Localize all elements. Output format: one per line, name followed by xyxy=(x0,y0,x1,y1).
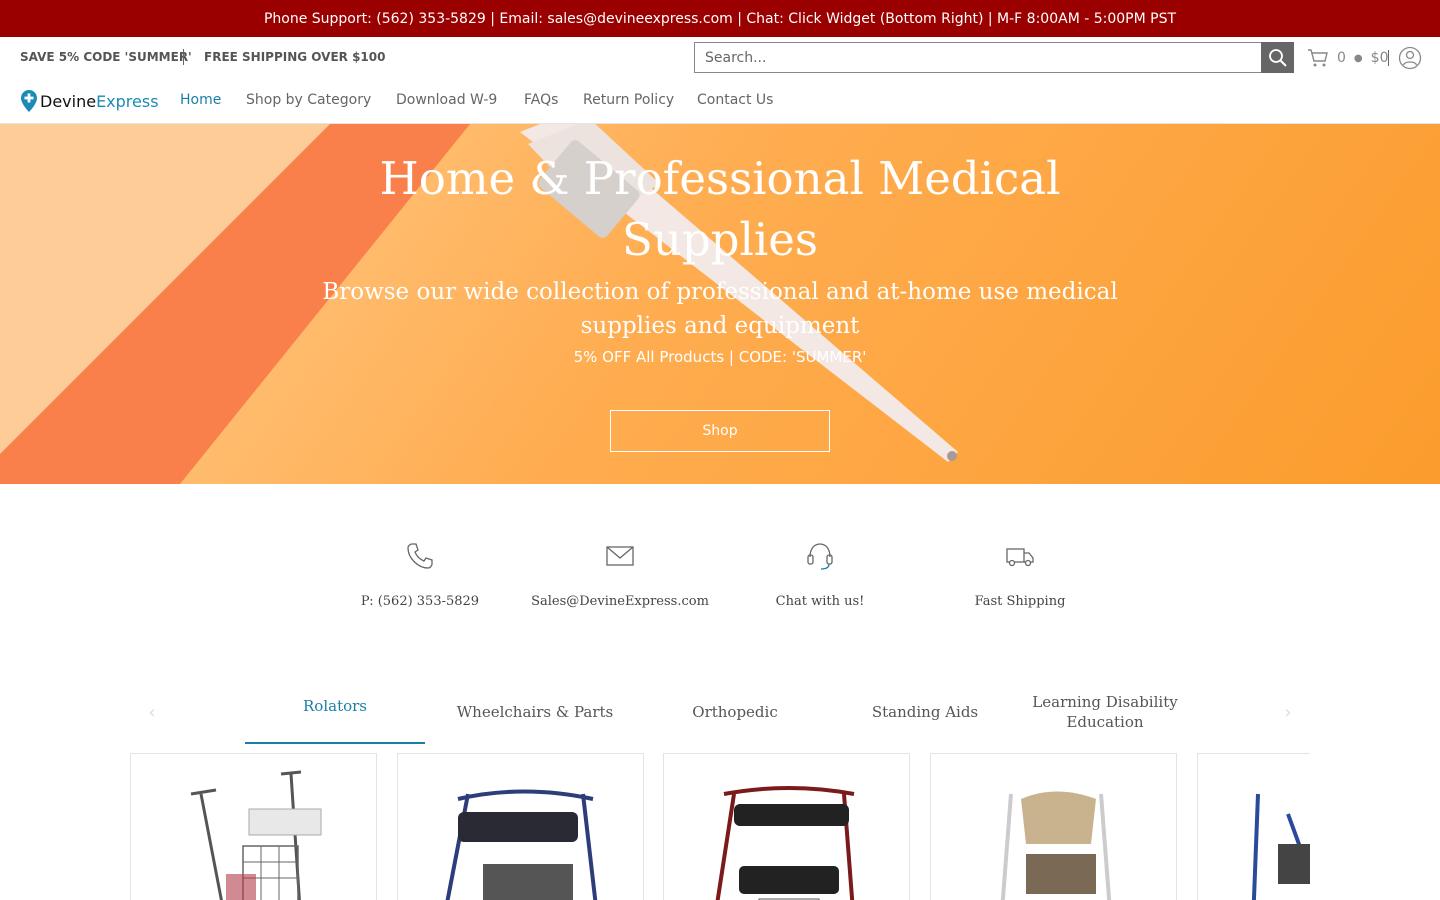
feature-label: Fast Shipping xyxy=(974,594,1066,609)
feature-phone[interactable]: P: (562) 353-5829 xyxy=(320,540,520,609)
truck-icon xyxy=(1006,548,1034,567)
product-image xyxy=(445,789,598,900)
divider xyxy=(1388,50,1389,66)
main-nav: DevineExpress Home Shop by Category Down… xyxy=(0,79,1440,124)
nav-home[interactable]: Home xyxy=(180,92,221,108)
cart-separator-dot: ● xyxy=(1353,52,1363,64)
product-card[interactable] xyxy=(663,753,910,900)
product-image xyxy=(190,770,322,900)
cart-icon xyxy=(1308,49,1328,67)
shop-button[interactable]: Shop xyxy=(610,410,830,452)
search-icon xyxy=(1268,48,1287,67)
product-carousel xyxy=(130,753,1310,900)
phone-icon xyxy=(407,543,433,569)
feature-shipping[interactable]: Fast Shipping xyxy=(920,540,1120,609)
tab-wheelchairs-parts[interactable]: Wheelchairs & Parts xyxy=(440,680,630,744)
divider xyxy=(183,49,184,65)
promo-code-text: SAVE 5% CODE 'SUMMER' xyxy=(20,50,192,64)
utility-bar: SAVE 5% CODE 'SUMMER' FREE SHIPPING OVER… xyxy=(0,37,1440,79)
mail-icon xyxy=(606,546,634,566)
nav-faqs[interactable]: FAQs xyxy=(524,92,558,108)
tabs-next-arrow[interactable]: › xyxy=(1278,702,1298,723)
product-card[interactable] xyxy=(130,753,377,900)
product-card[interactable] xyxy=(930,753,1177,900)
announcement-text: Phone Support: (562) 353-5829 | Email: s… xyxy=(263,10,1177,27)
tabs-prev-arrow[interactable]: ‹ xyxy=(142,702,162,723)
nav-download-w9[interactable]: Download W-9 xyxy=(396,92,497,108)
hero-title: Home & Professional Medical Supplies xyxy=(379,152,1061,266)
tab-rolators[interactable]: Rolators xyxy=(245,680,425,744)
nav-shop-by-category[interactable]: Shop by Category xyxy=(246,92,371,108)
logo[interactable]: DevineExpress xyxy=(20,87,159,115)
product-image xyxy=(715,786,855,900)
nav-return-policy[interactable]: Return Policy xyxy=(583,92,674,108)
account-icon[interactable] xyxy=(1398,46,1422,70)
hero-subtitle: Browse our wide collection of profession… xyxy=(322,279,1118,339)
search-button[interactable] xyxy=(1261,42,1294,73)
tab-orthopedic[interactable]: Orthopedic xyxy=(645,680,825,744)
tab-standing-aids[interactable]: Standing Aids xyxy=(835,680,1015,744)
free-shipping-text: FREE SHIPPING OVER $100 xyxy=(204,50,386,64)
logo-text: DevineExpress xyxy=(40,92,159,111)
feature-chat[interactable]: Chat with us! xyxy=(720,540,920,609)
tab-learning-disability-education[interactable]: Learning Disability Education xyxy=(1020,680,1190,744)
feature-label: Chat with us! xyxy=(775,594,865,609)
logo-text-part1: Devine xyxy=(40,91,97,111)
nav-contact-us[interactable]: Contact Us xyxy=(697,92,773,108)
location-pin-icon xyxy=(21,90,37,112)
hero-banner: Home & Professional Medical Supplies Bro… xyxy=(0,124,1440,484)
product-card[interactable] xyxy=(397,753,644,900)
hero-promo: 5% OFF All Products | CODE: 'SUMMER' xyxy=(573,348,867,366)
headset-icon xyxy=(807,543,833,570)
product-card[interactable] xyxy=(1197,753,1310,900)
cart-count: 0 xyxy=(1337,50,1346,66)
feature-label: P: (562) 353-5829 xyxy=(360,594,480,609)
product-image xyxy=(1000,791,1112,900)
cart-button[interactable]: 0 ● $0 xyxy=(1307,47,1388,69)
cart-total: $0 xyxy=(1370,50,1389,66)
announcement-bar: Phone Support: (562) 353-5829 | Email: s… xyxy=(0,0,1440,37)
feature-email[interactable]: Sales@DevineExpress.com xyxy=(520,540,720,609)
logo-text-part2: Express xyxy=(96,91,159,111)
product-image xyxy=(1251,793,1310,900)
feature-label: Sales@DevineExpress.com xyxy=(531,594,709,609)
category-tabs: ‹ Rolators Wheelchairs & Parts Orthopedi… xyxy=(130,680,1310,744)
search-input[interactable] xyxy=(694,42,1262,73)
